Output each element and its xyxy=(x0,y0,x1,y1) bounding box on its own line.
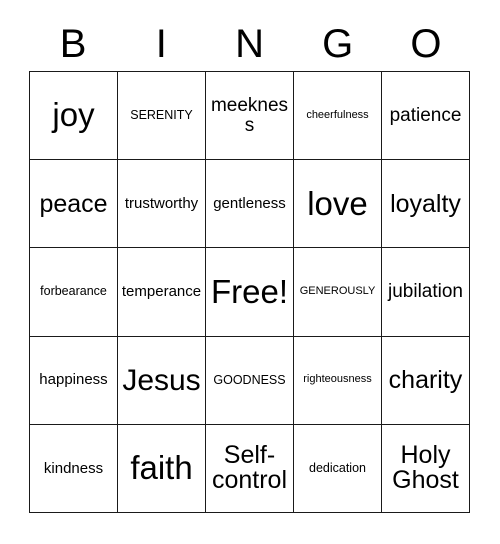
bingo-header-letter-g: G xyxy=(322,22,354,66)
bingo-cell-o3[interactable]: jubilation xyxy=(382,248,470,337)
bingo-cell-b3[interactable]: forbearance xyxy=(30,248,118,337)
bingo-header-letter-b: B xyxy=(59,22,87,66)
bingo-header-letter-i: I xyxy=(155,22,167,66)
bingo-cell-o1[interactable]: patience xyxy=(382,72,470,161)
bingo-cell-label: Holy Ghost xyxy=(392,440,459,495)
bingo-cell-n2[interactable]: gentleness xyxy=(206,160,294,249)
bingo-cell-label: Jesus xyxy=(122,363,201,397)
bingo-cell-label: GOODNESS xyxy=(213,372,286,387)
bingo-cell-i4[interactable]: Jesus xyxy=(118,336,206,425)
bingo-cell-label: meekness xyxy=(210,94,289,136)
bingo-cell-label: righteousness xyxy=(303,373,372,386)
bingo-cell-o4[interactable]: charity xyxy=(382,336,470,425)
bingo-cell-label: faith xyxy=(130,449,193,487)
bingo-cell-o2[interactable]: loyalty xyxy=(382,160,470,249)
bingo-cell-label: SERENITY xyxy=(130,108,193,123)
bingo-cell-label: dedication xyxy=(309,460,366,475)
bingo-cell-g2[interactable]: love xyxy=(294,160,382,249)
bingo-cell-label: cheerfulness xyxy=(306,108,369,121)
bingo-cell-b4[interactable]: happiness xyxy=(30,336,118,425)
bingo-cell-b1[interactable]: joy xyxy=(30,72,118,161)
bingo-header-letter-o: O xyxy=(410,22,442,66)
bingo-cell-label: forbearance xyxy=(40,284,107,299)
bingo-cell-g3[interactable]: GENEROUSLY xyxy=(294,248,382,337)
bingo-cell-g4[interactable]: righteousness xyxy=(294,336,382,425)
bingo-cell-label: trustworthy xyxy=(124,194,199,212)
bingo-cell-g1[interactable]: cheerfulness xyxy=(294,72,382,161)
bingo-cell-label: peace xyxy=(39,189,108,218)
bingo-cell-i2[interactable]: trustworthy xyxy=(118,160,206,249)
bingo-cell-label: love xyxy=(307,184,368,222)
bingo-cell-n4[interactable]: GOODNESS xyxy=(206,336,294,425)
bingo-cell-label: kindness xyxy=(43,459,104,477)
bingo-cell-label: loyalty xyxy=(390,189,461,218)
bingo-cell-label: charity xyxy=(388,366,463,395)
bingo-header-row: B I N G O xyxy=(29,18,470,70)
bingo-grid: joy SERENITY meekness cheerfulness patie… xyxy=(29,71,470,513)
bingo-cell-i5[interactable]: faith xyxy=(118,424,206,513)
bingo-cell-free-space[interactable]: Free! xyxy=(206,248,294,337)
bingo-cell-n1[interactable]: meekness xyxy=(206,72,294,161)
bingo-cell-label: gentleness xyxy=(213,194,286,212)
bingo-cell-label: jubilation xyxy=(388,281,463,303)
bingo-cell-b2[interactable]: peace xyxy=(30,160,118,249)
bingo-cell-label: temperance xyxy=(121,283,202,301)
bingo-cell-label: joy xyxy=(52,96,95,134)
bingo-cell-o5[interactable]: Holy Ghost xyxy=(382,424,470,513)
bingo-cell-i3[interactable]: temperance xyxy=(118,248,206,337)
bingo-cell-label: happiness xyxy=(39,371,108,389)
bingo-header-letter-n: N xyxy=(235,22,264,66)
bingo-cell-n5[interactable]: Self-control xyxy=(206,424,294,513)
bingo-cell-g5[interactable]: dedication xyxy=(294,424,382,513)
bingo-cell-label: patience xyxy=(389,104,462,126)
bingo-free-space-label: Free! xyxy=(210,272,289,310)
bingo-cell-b5[interactable]: kindness xyxy=(30,424,118,513)
bingo-cell-label: GENEROUSLY xyxy=(299,285,376,298)
bingo-cell-label: Self-control xyxy=(211,440,288,495)
bingo-cell-i1[interactable]: SERENITY xyxy=(118,72,206,161)
bingo-card: B I N G O joy SERENITY meekness cheerful… xyxy=(0,0,500,544)
